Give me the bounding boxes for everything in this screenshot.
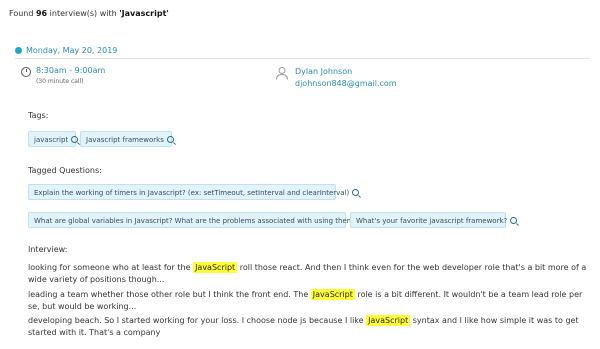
result-count: 96 — [35, 9, 48, 18]
question-chip[interactable]: What are global variables in Javascript?… — [28, 212, 368, 228]
question-label: Explain the working of timers in Javascr… — [34, 189, 350, 197]
excerpt-text: looking for someone who at least for the — [28, 263, 194, 272]
excerpt-text: developing beach. So I started working f… — [28, 316, 367, 325]
keyword-highlight: JavaScript — [193, 262, 238, 273]
excerpt-text: leading a team whether those other role … — [28, 290, 311, 299]
call-length: (30 minute call) — [36, 78, 84, 85]
search-icon — [352, 189, 360, 196]
interview-label: Interview: — [28, 245, 68, 254]
tag-chip[interactable]: Javascript frameworks — [80, 131, 174, 147]
divider — [15, 58, 590, 59]
timeline-dot-icon — [15, 47, 22, 54]
clock-icon — [21, 67, 31, 77]
interviewee: Dylan Johnson djohnson848@gmail.com — [275, 66, 397, 90]
interview-date-row: Monday, May 20, 2019 — [15, 46, 117, 55]
person-icon — [276, 67, 288, 80]
search-icon — [71, 136, 79, 143]
keyword-highlight: JavaScript — [366, 315, 411, 326]
question-chip[interactable]: What's your favorite javascript framewor… — [350, 212, 518, 228]
tag-label: javascript — [34, 136, 69, 144]
interview-date: Monday, May 20, 2019 — [26, 46, 118, 55]
search-icon — [166, 136, 174, 143]
question-label: What are global variables in Javascript?… — [34, 217, 358, 225]
tag-chip[interactable]: javascript — [28, 131, 79, 147]
person-email[interactable]: djohnson848@gmail.com — [295, 78, 397, 90]
interview-excerpt: looking for someone who at least for the… — [28, 262, 593, 286]
question-chip[interactable]: Explain the working of timers in Javascr… — [28, 184, 360, 200]
interview-time[interactable]: 8:30am - 9:00am — [36, 66, 105, 75]
summary-prefix: Found — [9, 9, 34, 18]
person-name[interactable]: Dylan Johnson — [295, 66, 397, 78]
summary-middle: interview(s) with — [49, 9, 117, 18]
search-icon — [510, 217, 518, 224]
results-summary: Found 96 interview(s) with 'Javascript' — [9, 9, 169, 18]
tag-label: Javascript frameworks — [86, 136, 164, 144]
time-block: 8:30am - 9:00am (30 minute call) — [21, 66, 105, 85]
tags-label: Tags: — [28, 111, 49, 120]
search-query: 'Javascript' — [119, 9, 169, 18]
interview-excerpt: leading a team whether those other role … — [28, 289, 593, 313]
question-label: What's your favorite javascript framewor… — [356, 217, 508, 225]
keyword-highlight: JavaScript — [310, 289, 355, 300]
tagged-questions-label: Tagged Questions: — [28, 166, 102, 175]
interview-excerpt: developing beach. So I started working f… — [28, 315, 593, 339]
